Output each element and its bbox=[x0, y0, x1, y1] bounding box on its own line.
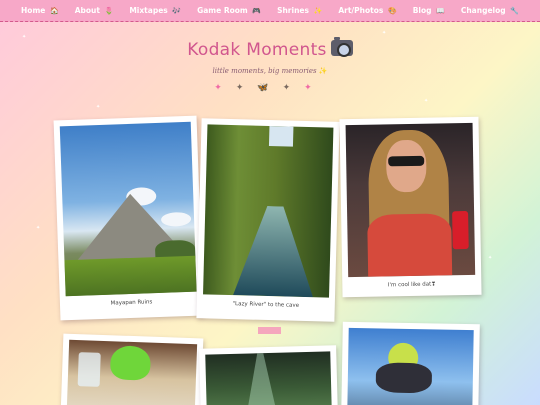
photo-lazy-river bbox=[203, 124, 334, 298]
star-icon: ✦ bbox=[282, 83, 305, 93]
photo-selfie bbox=[345, 122, 476, 278]
photo-card-lazy-river[interactable]: "Lazy River" to the cave bbox=[196, 118, 340, 322]
can-shape bbox=[452, 210, 469, 250]
pink-divider bbox=[258, 327, 281, 334]
nav-blog[interactable]: Blog 📖 bbox=[405, 6, 453, 15]
light-shaft-shape bbox=[245, 353, 277, 405]
water-shape bbox=[233, 205, 315, 297]
photo-mayapan-ruins bbox=[59, 121, 197, 297]
decoration-row: ✦✦🦋✦✦ bbox=[0, 83, 540, 93]
sparkles-icon: ✨ bbox=[313, 7, 323, 15]
sparkle-icon: ✨ bbox=[318, 67, 328, 75]
nav-art-photos-label: Art/Photos bbox=[338, 6, 384, 15]
nav-shrines-label: Shrines bbox=[277, 6, 309, 15]
sparkle-dot: ✦ bbox=[382, 30, 387, 36]
palette-icon: 🎨 bbox=[387, 7, 397, 15]
drink-bowl-shape bbox=[109, 345, 152, 381]
tulip-icon: 🌷 bbox=[104, 7, 114, 15]
sky-shape bbox=[268, 126, 294, 147]
page-subtitle: little moments, big memories ✨ bbox=[0, 67, 540, 75]
diver-body-shape bbox=[375, 362, 433, 394]
photo-cenote bbox=[205, 351, 333, 405]
photo-card-cool-like-dat[interactable]: I'm cool like dat❣ bbox=[339, 116, 482, 298]
subtitle-text: little moments, big memories bbox=[212, 67, 317, 75]
nav-changelog[interactable]: Changelog 🔧 bbox=[453, 6, 527, 15]
glass-shape bbox=[77, 352, 101, 387]
photo-card-skydive[interactable] bbox=[341, 321, 480, 405]
music-notes-icon: 🎶 bbox=[172, 7, 182, 15]
photo-card-cenote[interactable] bbox=[199, 345, 338, 405]
wrench-icon: 🔧 bbox=[510, 7, 519, 15]
photo-card-drinks[interactable] bbox=[60, 333, 204, 405]
photo-skydive bbox=[347, 327, 474, 405]
sparkle-dot: ✦ bbox=[96, 104, 101, 110]
page-title: Kodak Moments bbox=[187, 40, 327, 60]
nav-home[interactable]: Home 🏠 bbox=[13, 6, 67, 15]
photo-card-mayapan[interactable]: Mayapan Ruins bbox=[53, 115, 204, 321]
sparkle-dot: ✦ bbox=[424, 98, 429, 104]
sunglasses-shape bbox=[388, 155, 425, 167]
sparkle-dot: ✦ bbox=[488, 255, 493, 261]
nav-shrines[interactable]: Shrines ✨ bbox=[269, 6, 330, 15]
book-icon: 📖 bbox=[436, 7, 445, 15]
nav-blog-label: Blog bbox=[412, 6, 432, 15]
photo-caption: I'm cool like dat❣ bbox=[387, 281, 436, 289]
grass-shape bbox=[64, 255, 197, 297]
nav-mixtapes-label: Mixtapes bbox=[129, 6, 168, 15]
butterfly-icon: 🦋 bbox=[257, 83, 283, 93]
nav-art-photos[interactable]: Art/Photos 🎨 bbox=[330, 6, 404, 15]
nav-about-label: About bbox=[74, 6, 100, 15]
nav-game-room[interactable]: Game Room 🎮 bbox=[189, 6, 269, 15]
photo-drinks bbox=[66, 339, 198, 405]
nav-changelog-label: Changelog bbox=[460, 6, 506, 15]
nav-about[interactable]: About 🌷 bbox=[67, 6, 122, 15]
gamepad-icon: 🎮 bbox=[252, 7, 262, 15]
page-header: Kodak Moments bbox=[0, 37, 540, 60]
dress-shape bbox=[367, 213, 453, 277]
sparkle-dot: ✦ bbox=[36, 225, 41, 231]
house-icon: 🏠 bbox=[49, 7, 59, 15]
pink-star-icon: ✦ bbox=[214, 83, 236, 93]
pink-star-icon: ✦ bbox=[304, 83, 326, 93]
sparkle-dot: ✦ bbox=[22, 34, 27, 40]
camera-icon bbox=[330, 37, 353, 57]
nav-mixtapes[interactable]: Mixtapes 🎶 bbox=[121, 6, 189, 15]
nav-home-label: Home bbox=[21, 6, 46, 15]
star-icon: ✦ bbox=[235, 83, 258, 93]
nav-game-room-label: Game Room bbox=[197, 6, 248, 15]
top-nav: Home 🏠 About 🌷 Mixtapes 🎶 Game Room 🎮 Sh… bbox=[0, 0, 540, 22]
